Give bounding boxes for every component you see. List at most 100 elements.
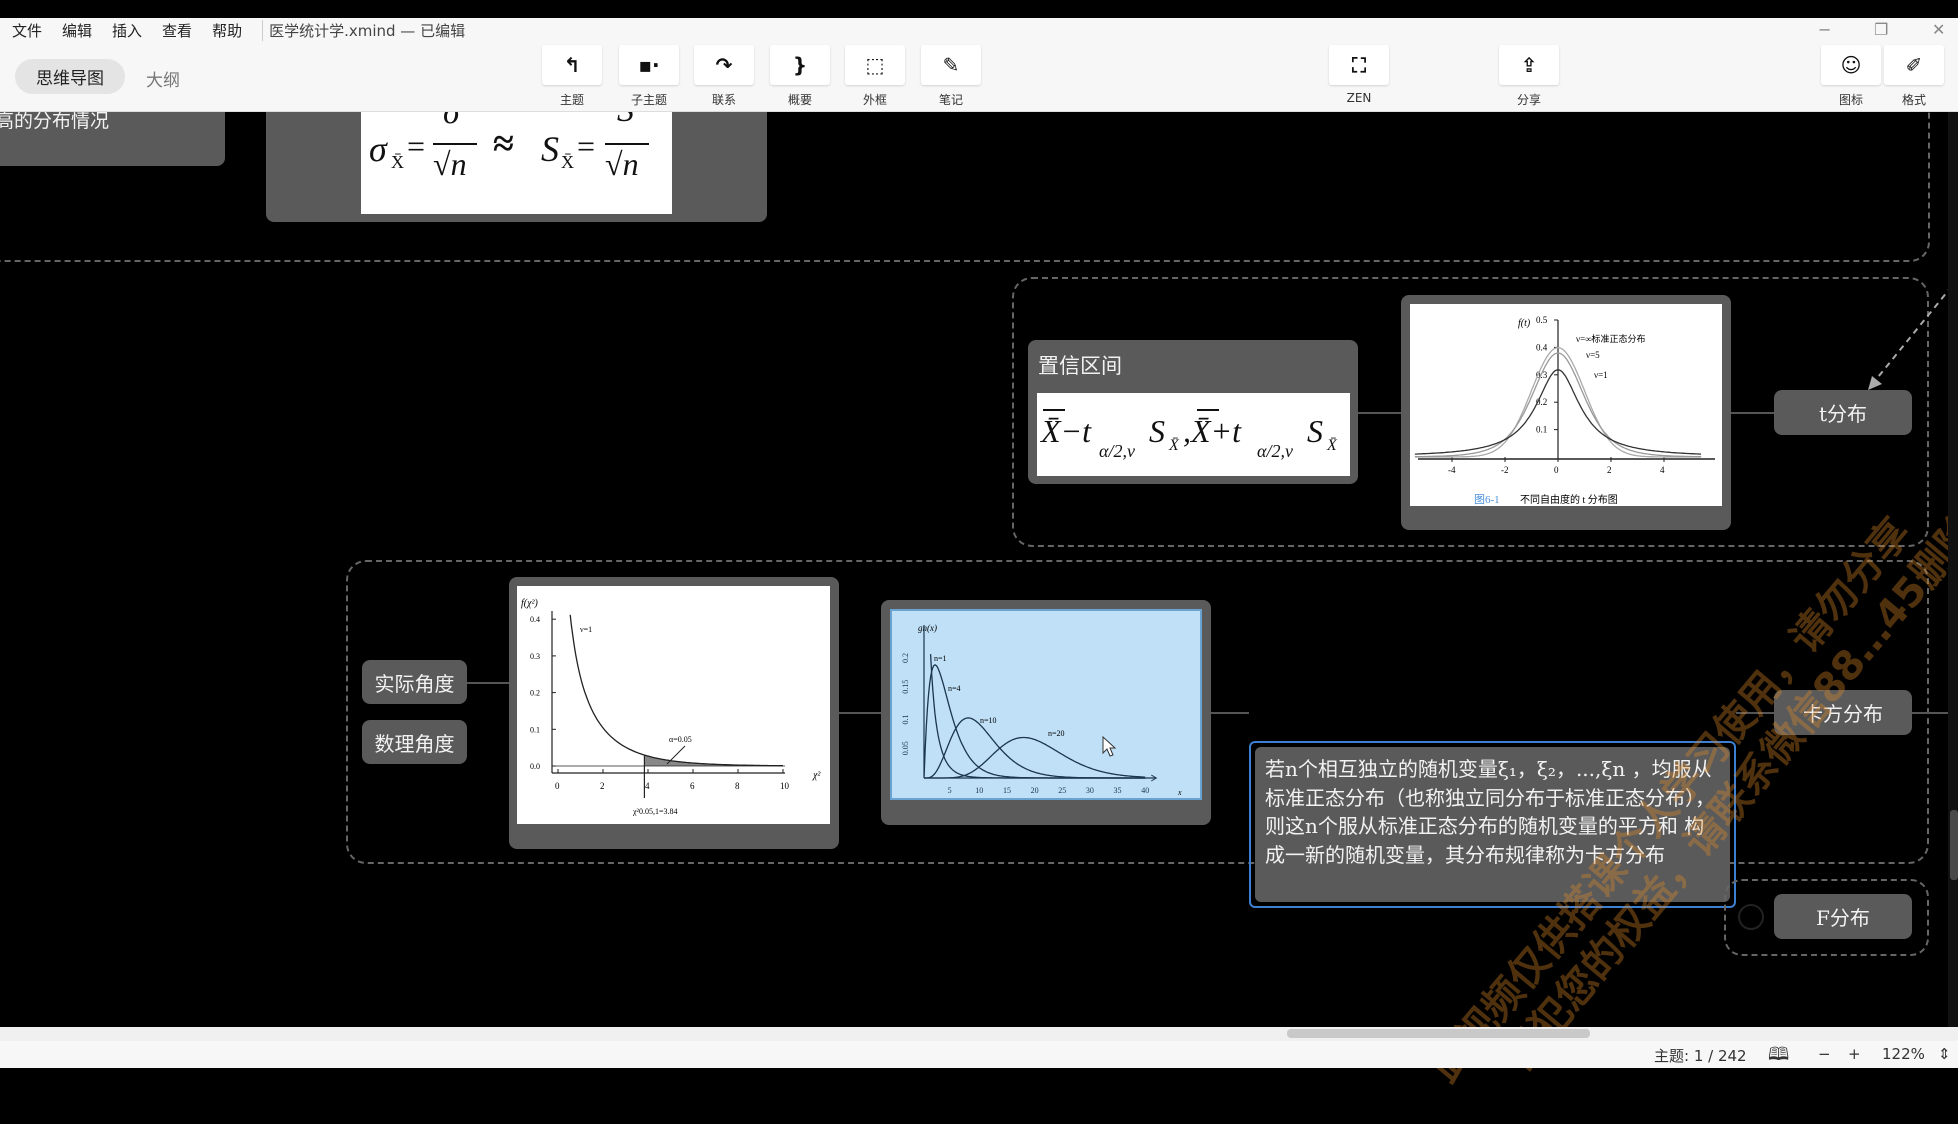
x-tick-label: 15 — [1003, 786, 1011, 795]
note-icon: ✎ — [921, 45, 981, 85]
y-label: f(t) — [1518, 318, 1531, 329]
zoom-level[interactable]: 122% — [1882, 1045, 1925, 1063]
critical-label: χ²0.05,1=3.84 — [632, 807, 677, 816]
ci-right: ,X̄+t — [1183, 413, 1242, 449]
topic-chi-square[interactable]: 卡方分布 — [1774, 690, 1912, 735]
x-tick-label: 6 — [690, 781, 695, 791]
toolbar-label: 笔记 — [938, 93, 963, 107]
y-tick-label: 0.0 — [530, 762, 540, 771]
collapse-circle-icon[interactable] — [1738, 904, 1764, 930]
x-tick-label: 30 — [1086, 786, 1094, 795]
connector — [1731, 412, 1774, 414]
y-tick-label: 0.2 — [530, 689, 540, 698]
connector — [1358, 412, 1402, 414]
status-bar: 主题: 1 / 242 🕮 − + 122% ⇕ — [0, 1041, 1958, 1068]
share-icon: ⇪ — [1499, 45, 1559, 85]
toolbar-boundary-button[interactable]: ⬚ 外框 — [845, 45, 905, 108]
x-tick-label: 10 — [975, 786, 983, 795]
menu-help[interactable]: 帮助 — [212, 20, 242, 41]
toolbar-topic-button[interactable]: ↰ 主题 — [542, 45, 602, 108]
chi-square-family-card[interactable]: gn(x) x n=1 n=4 n=10 n=20 5 10 15 20 25 30 35 4… — [881, 600, 1211, 825]
summary-icon: } — [770, 45, 830, 85]
y-tick-label: 0.2 — [901, 653, 910, 663]
toolbar-label: 主题 — [559, 93, 584, 107]
toolbar-summary-button[interactable]: } 概要 — [770, 45, 830, 108]
topic-f-distribution[interactable]: F分布 — [1774, 894, 1912, 939]
zoom-in-button[interactable]: + — [1848, 1045, 1861, 1063]
y-tick-label: 0.5 — [1536, 315, 1548, 325]
restore-button[interactable]: ❐ — [1874, 20, 1888, 39]
topic-label: F分布 — [1816, 906, 1870, 930]
ci-formula: X̄−t α/2,ν S X̄ ,X̄+t α/2,ν S X̄ — [1037, 393, 1350, 476]
toolbar-note-button[interactable]: ✎ 笔记 — [921, 45, 981, 108]
toolbar-label: 联系 — [711, 93, 736, 107]
zoom-out-button[interactable]: − — [1818, 1045, 1831, 1063]
x-label: χ² — [812, 770, 821, 781]
x-tick-label: 8 — [735, 781, 740, 791]
y-label: gn(x) — [918, 623, 937, 633]
x-tick-label: 0 — [555, 781, 560, 791]
topic-label: 实际角度 — [374, 671, 455, 696]
toolbar-zen-fullscreen-button[interactable]: ⛶ ZEN — [1329, 45, 1389, 105]
minimize-button[interactable]: − — [1818, 20, 1831, 39]
relationship-icon: ↷ — [694, 45, 754, 85]
x-tick-label: -4 — [1448, 465, 1456, 475]
vertical-scrollbar[interactable] — [1948, 112, 1958, 1027]
series-label-n20: n=20 — [1048, 729, 1065, 738]
toolbar-share-button[interactable]: ⇪ 分享 — [1499, 45, 1559, 108]
toolbar-relationship-button[interactable]: ↷ 联系 — [694, 45, 754, 108]
x-tick-label: 4 — [645, 781, 650, 791]
topic-label: 卡方分布 — [1803, 702, 1883, 726]
zen-fullscreen-icon: ⛶ — [1329, 45, 1389, 85]
toolbar-subtopic-button[interactable]: ▪· 子主题 — [619, 45, 679, 108]
tab-outline[interactable]: 大纲 — [146, 66, 180, 91]
tab-mindmap[interactable]: 思维导图 — [15, 59, 125, 94]
arrow-head-icon — [1868, 376, 1882, 390]
x-tick-label: 0 — [1554, 465, 1559, 475]
chi-square-df1-card[interactable]: f(χ²) χ² ν=1 α=0.05 χ²0.05,1=3.84 0 2 4 6 8 1… — [509, 577, 839, 849]
connector — [839, 712, 881, 714]
topic-math-perspective[interactable]: 数理角度 — [362, 720, 467, 764]
ci-sub: α/2,ν — [1099, 441, 1135, 461]
series-curve-n=4 — [923, 664, 1146, 779]
series-label-n10: n=10 — [980, 716, 997, 725]
horizontal-scrollbar[interactable] — [0, 1027, 1958, 1041]
x-tick-label: 10 — [780, 781, 790, 791]
close-button[interactable]: ✕ — [1932, 20, 1945, 39]
menu-view[interactable]: 查看 — [162, 20, 192, 41]
vertical-scroll-thumb[interactable] — [1950, 810, 1958, 880]
y-tick-label: 0.1 — [1536, 425, 1547, 435]
menu-edit[interactable]: 编辑 — [62, 20, 92, 41]
toolbar-format-brush-button[interactable]: ✐ 格式 — [1884, 45, 1944, 108]
document-title: 医学统计学.xmind — 已编辑 — [262, 20, 465, 41]
menu-file[interactable]: 文件 — [12, 20, 42, 41]
mindmap-canvas[interactable]: 身高的分布情况 σ X̄ = σ √n ≈ S X̄ = S √n 置信区间 X… — [0, 112, 1958, 1027]
chi-square-df1-chart: f(χ²) χ² ν=1 α=0.05 χ²0.05,1=3.84 0 2 4 6 8 1… — [521, 598, 821, 816]
confidence-interval-node[interactable]: 置信区间 X̄−t α/2,ν S X̄ ,X̄+t α/2,ν S X̄ — [1028, 340, 1358, 484]
y-tick-label: 0.4 — [1536, 342, 1548, 352]
topic-icon: ↰ — [542, 45, 602, 85]
toolbar-emoji-button[interactable]: ☺ 图标 — [1821, 45, 1881, 108]
t-distribution-chart-card[interactable]: f(t) ν=∞标准正态分布 ν=5 ν=1 图6-1 不同自由度的 t 分布图… — [1401, 295, 1731, 530]
x-label: x — [1177, 788, 1182, 797]
definition-text: 若n个相互独立的随机变量ξ₁，ξ₂，...,ξn ，均服从标准正态分布（也称独立… — [1255, 747, 1730, 902]
series-curve-n=1 — [929, 654, 1146, 779]
series-label: ν=1 — [580, 625, 592, 634]
chi-square-definition-node[interactable]: 若n个相互独立的随机变量ξ₁，ξ₂，...,ξn ，均服从标准正态分布（也称独立… — [1249, 741, 1736, 908]
zoom-stepper-icon[interactable]: ⇕ — [1938, 1045, 1951, 1063]
boundary-icon: ⬚ — [845, 45, 905, 85]
x-tick-label: -2 — [1501, 465, 1509, 475]
mouse-cursor-icon — [1102, 736, 1117, 757]
topic-practical-perspective[interactable]: 实际角度 — [362, 660, 467, 704]
connector — [1912, 712, 1952, 714]
x-tick-label: 25 — [1058, 786, 1066, 795]
ci-sub: X̄ — [1169, 437, 1179, 454]
connector — [1211, 712, 1249, 714]
y-tick-label: 0.15 — [901, 680, 910, 694]
menu-insert[interactable]: 插入 — [112, 20, 142, 41]
series-label-n4: n=4 — [948, 684, 961, 693]
menu-bar: 文件 编辑 插入 查看 帮助 医学统计学.xmind — 已编辑 — [12, 20, 485, 41]
emoji-icon: ☺ — [1821, 45, 1881, 85]
horizontal-scroll-thumb[interactable] — [1287, 1029, 1590, 1038]
x-tick-label: 4 — [1660, 465, 1665, 475]
